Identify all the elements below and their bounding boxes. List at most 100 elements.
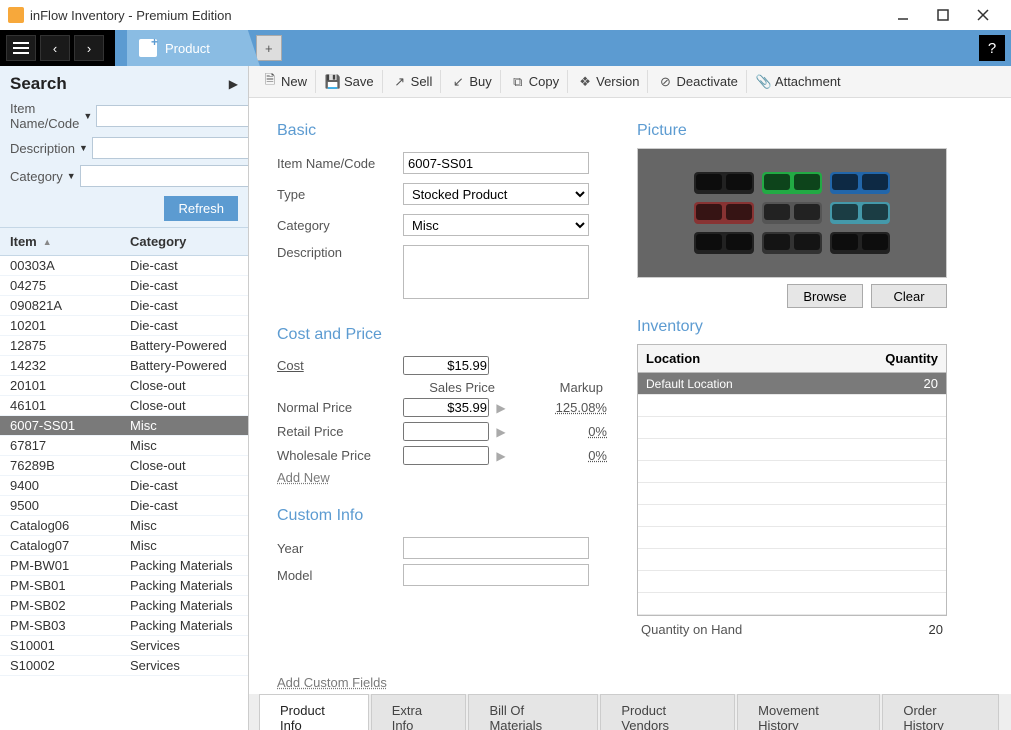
copy-button[interactable]: ⧉Copy <box>503 70 568 93</box>
description-textarea[interactable] <box>403 245 589 299</box>
list-item[interactable]: 6007-SS01Misc <box>0 416 248 436</box>
tab-movement-history[interactable]: Movement History <box>737 694 880 730</box>
buy-button[interactable]: ↙Buy <box>443 70 500 93</box>
play-icon[interactable]: ▶ <box>489 401 513 415</box>
cost-input[interactable] <box>403 356 489 375</box>
sell-icon: ↗ <box>393 75 407 89</box>
list-item[interactable]: 46101Close-out <box>0 396 248 416</box>
list-item[interactable]: Catalog06Misc <box>0 516 248 536</box>
label-category: Category <box>277 218 403 233</box>
tab-bill-of-materials[interactable]: Bill Of Materials <box>468 694 598 730</box>
nav-forward-button[interactable]: › <box>74 35 104 61</box>
col-quantity: Quantity <box>868 351 938 366</box>
table-row[interactable] <box>638 461 946 483</box>
list-item[interactable]: PM-SB01Packing Materials <box>0 576 248 596</box>
table-row[interactable] <box>638 439 946 461</box>
list-item[interactable]: S10002Services <box>0 656 248 676</box>
list-item[interactable]: 14232Battery-Powered <box>0 356 248 376</box>
search-cat-input[interactable] <box>80 165 266 187</box>
table-row[interactable] <box>638 505 946 527</box>
list-item[interactable]: 9400Die-cast <box>0 476 248 496</box>
list-item[interactable]: 9500Die-cast <box>0 496 248 516</box>
deactivate-button[interactable]: ⊘Deactivate <box>650 70 746 93</box>
list-item[interactable]: PM-SB03Packing Materials <box>0 616 248 636</box>
list-item[interactable]: PM-BW01Packing Materials <box>0 556 248 576</box>
list-item[interactable]: 20101Close-out <box>0 376 248 396</box>
browse-button[interactable]: Browse <box>787 284 863 308</box>
price-label: Normal Price <box>277 400 403 415</box>
table-row[interactable] <box>638 527 946 549</box>
table-row[interactable] <box>638 483 946 505</box>
table-row[interactable]: Default Location20 <box>638 373 946 395</box>
help-button[interactable]: ? <box>979 35 1005 61</box>
list-item[interactable]: S10001Services <box>0 636 248 656</box>
markup-value[interactable]: 125.08% <box>513 400 607 415</box>
tab-product[interactable]: Product <box>127 30 260 66</box>
section-custom: Custom Info <box>277 507 607 525</box>
price-input[interactable] <box>403 398 489 417</box>
table-row[interactable] <box>638 417 946 439</box>
maximize-button[interactable] <box>923 1 963 29</box>
table-row[interactable] <box>638 549 946 571</box>
list-item[interactable]: 090821ADie-cast <box>0 296 248 316</box>
price-input[interactable] <box>403 446 489 465</box>
add-price-link[interactable]: Add New <box>277 470 330 485</box>
price-input[interactable] <box>403 422 489 441</box>
section-price: Cost and Price <box>277 326 607 344</box>
price-label: Retail Price <box>277 424 403 439</box>
item-list[interactable]: 00303ADie-cast04275Die-cast090821ADie-ca… <box>0 256 248 730</box>
list-item[interactable]: 04275Die-cast <box>0 276 248 296</box>
clear-button[interactable]: Clear <box>871 284 947 308</box>
chevron-down-icon[interactable]: ▼ <box>67 171 76 181</box>
table-row[interactable] <box>638 395 946 417</box>
col-category[interactable]: Category <box>130 234 186 249</box>
play-icon[interactable]: ▶ <box>489 425 513 439</box>
list-header: Item ▲ Category <box>0 227 248 256</box>
nav-segment: ‹ › <box>0 30 115 66</box>
new-button[interactable]: 🗎New <box>255 70 316 93</box>
window-titlebar: inFlow Inventory - Premium Edition <box>0 0 1011 30</box>
search-cat-label: Category <box>10 169 63 184</box>
category-select[interactable]: Misc <box>403 214 589 236</box>
list-item[interactable]: Catalog07Misc <box>0 536 248 556</box>
version-icon: ❖ <box>578 75 592 89</box>
inventory-table: Location Quantity Default Location20 <box>637 344 947 616</box>
add-tab-button[interactable]: + <box>256 35 282 61</box>
nav-back-button[interactable]: ‹ <box>40 35 70 61</box>
tab-extra-info[interactable]: Extra Info <box>371 694 467 730</box>
custom-input[interactable] <box>403 564 589 586</box>
list-item[interactable]: 12875Battery-Powered <box>0 336 248 356</box>
table-row[interactable] <box>638 593 946 615</box>
search-item-label: Item Name/Code <box>10 101 79 131</box>
chevron-down-icon[interactable]: ▼ <box>83 111 92 121</box>
list-item[interactable]: 00303ADie-cast <box>0 256 248 276</box>
list-item[interactable]: 76289BClose-out <box>0 456 248 476</box>
play-icon[interactable]: ▶ <box>489 449 513 463</box>
type-select[interactable]: Stocked Product <box>403 183 589 205</box>
custom-input[interactable] <box>403 537 589 559</box>
refresh-button[interactable]: Refresh <box>164 196 238 221</box>
list-item[interactable]: 67817Misc <box>0 436 248 456</box>
markup-value[interactable]: 0% <box>513 448 607 463</box>
attachment-button[interactable]: 📎Attachment <box>749 70 849 93</box>
markup-value[interactable]: 0% <box>513 424 607 439</box>
col-item[interactable]: Item <box>10 234 37 249</box>
version-button[interactable]: ❖Version <box>570 70 648 93</box>
close-button[interactable] <box>963 1 1003 29</box>
list-item[interactable]: PM-SB02Packing Materials <box>0 596 248 616</box>
label-cost[interactable]: Cost <box>277 358 403 373</box>
tab-product-vendors[interactable]: Product Vendors <box>600 694 735 730</box>
collapse-search-icon[interactable]: ▶ <box>229 77 238 91</box>
add-custom-link[interactable]: Add Custom Fields <box>277 675 387 690</box>
table-row[interactable] <box>638 571 946 593</box>
list-item[interactable]: 10201Die-cast <box>0 316 248 336</box>
save-button[interactable]: 💾Save <box>318 70 383 93</box>
sell-button[interactable]: ↗Sell <box>385 70 442 93</box>
tab-order-history[interactable]: Order History <box>882 694 999 730</box>
item-name-input[interactable] <box>403 152 589 174</box>
tab-product-info[interactable]: Product Info <box>259 694 369 730</box>
chevron-down-icon[interactable]: ▼ <box>79 143 88 153</box>
product-picture[interactable] <box>637 148 947 278</box>
minimize-button[interactable] <box>883 1 923 29</box>
menu-button[interactable] <box>6 35 36 61</box>
